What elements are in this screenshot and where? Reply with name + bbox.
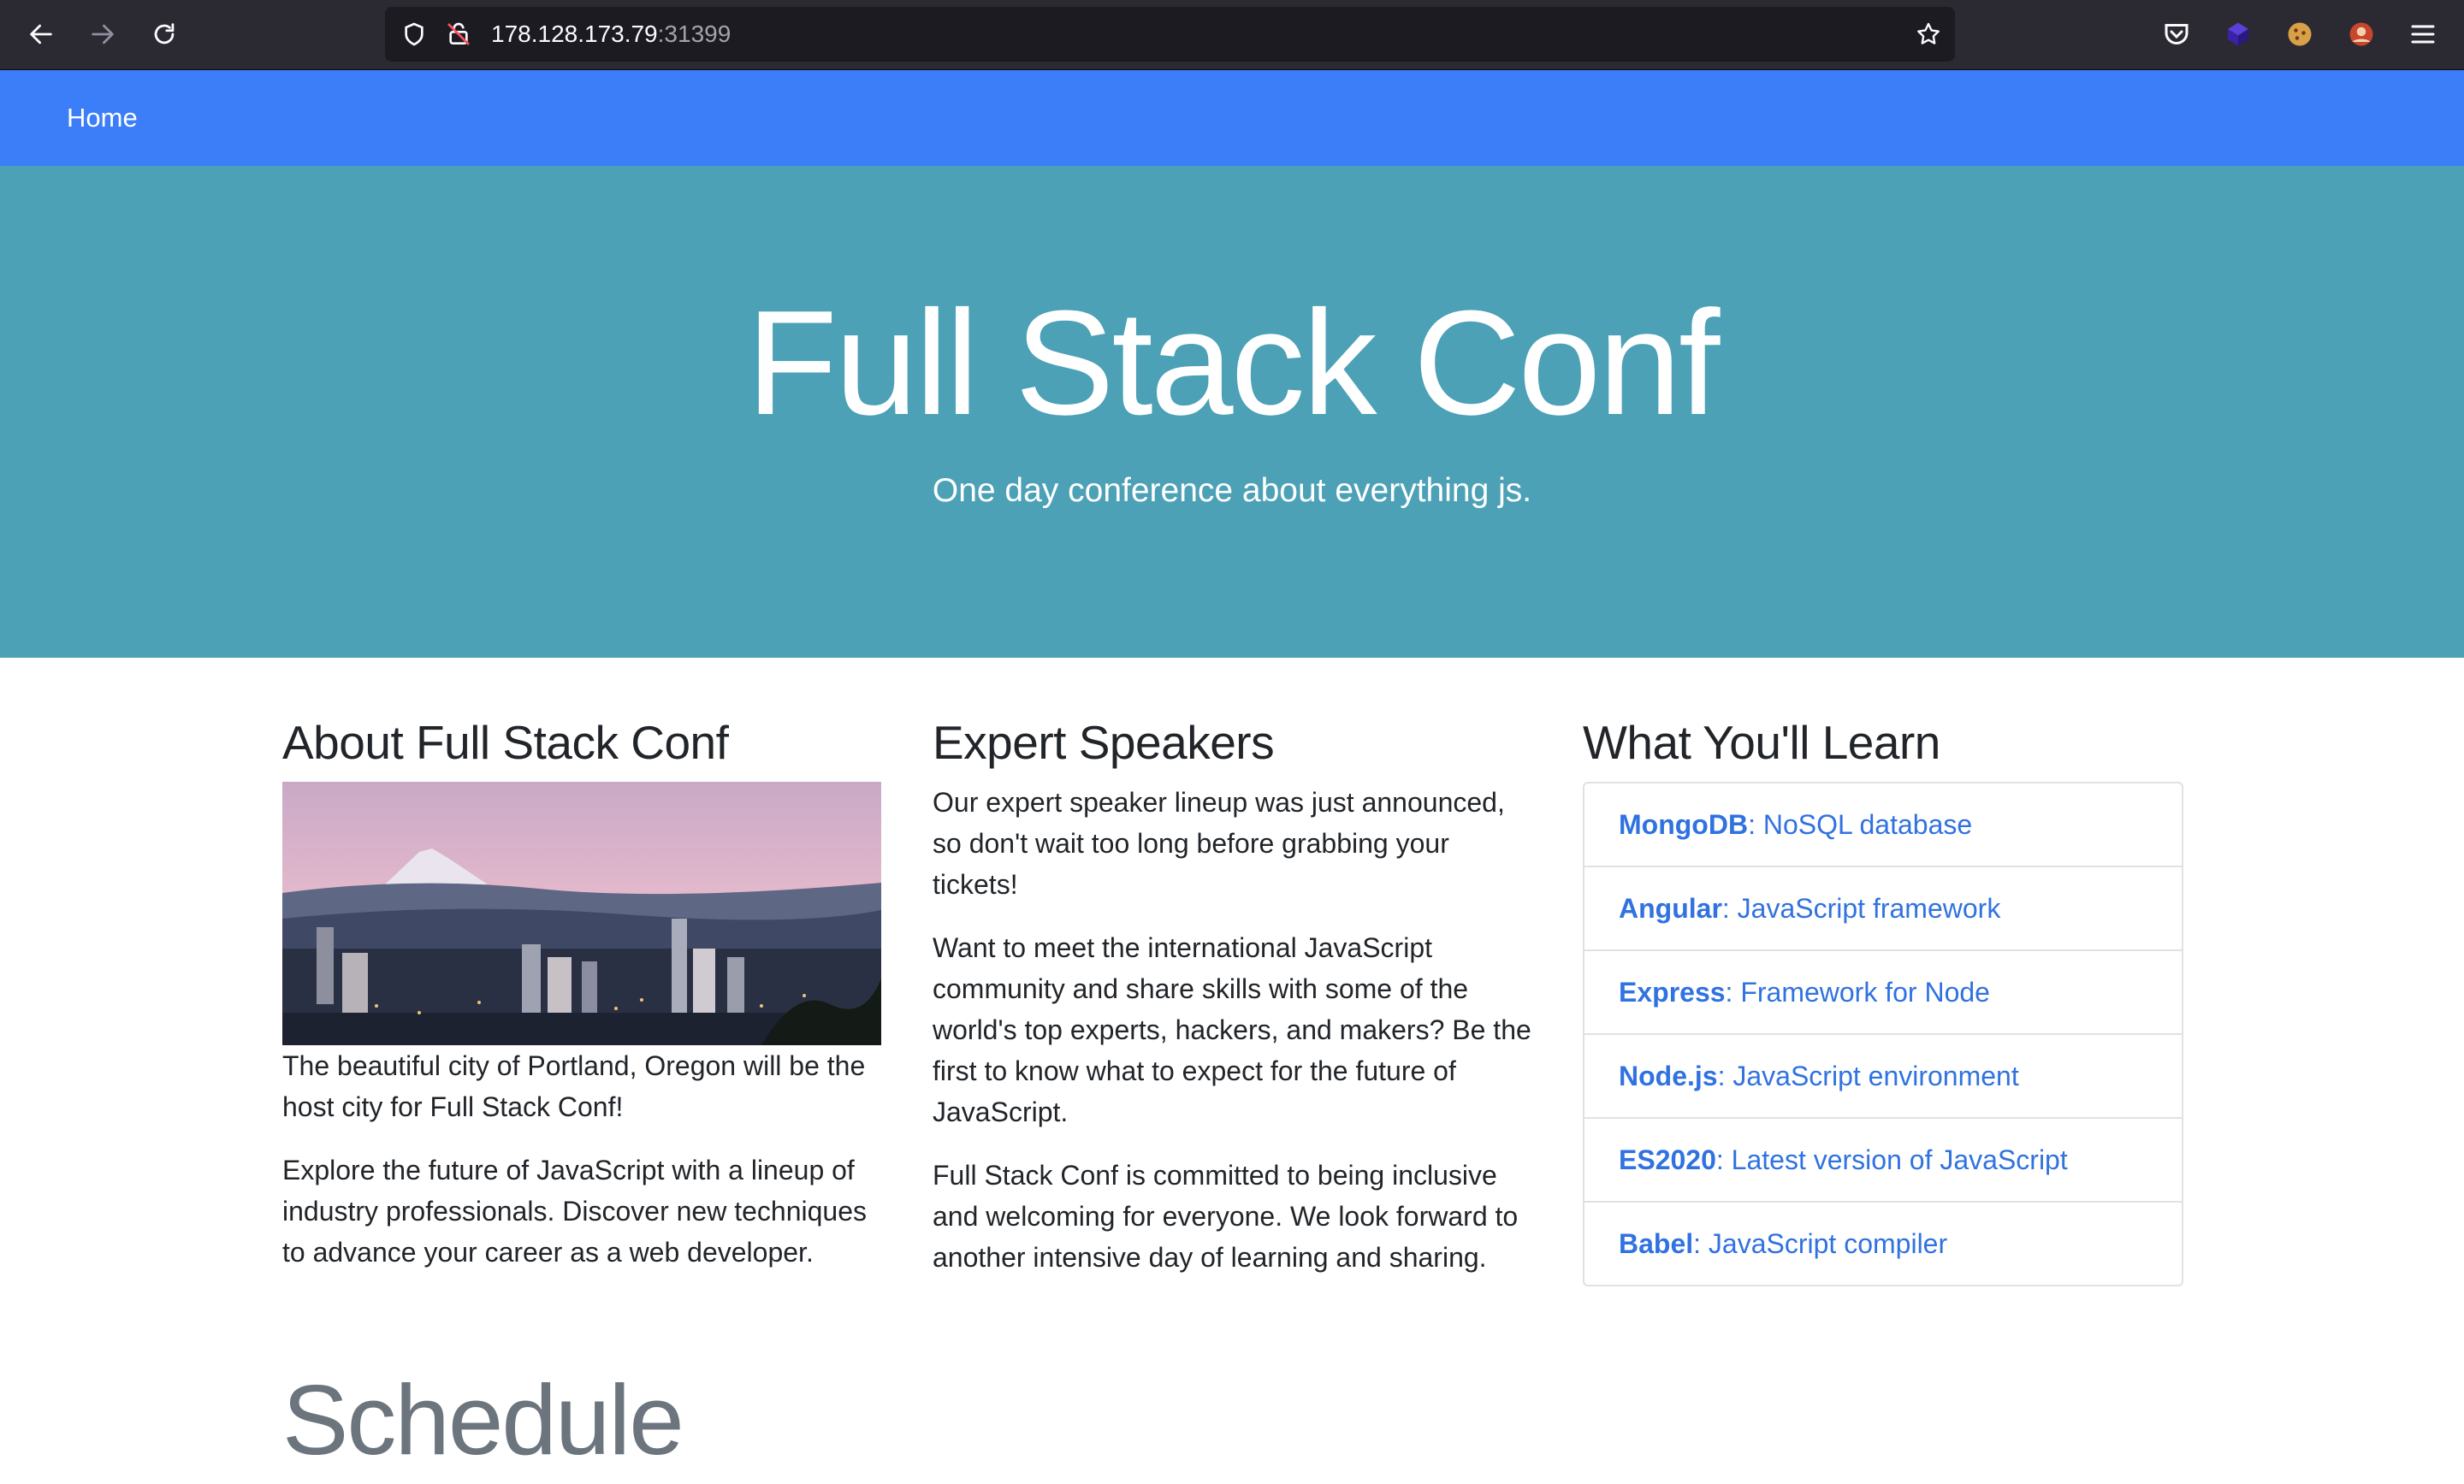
profile-extension-icon[interactable] xyxy=(2346,19,2377,50)
learn-item-desc: : Latest version of JavaScript xyxy=(1715,1144,2068,1175)
learn-item-name: Node.js xyxy=(1619,1061,1718,1091)
learn-item-desc: : JavaScript environment xyxy=(1717,1061,2019,1091)
learn-item-desc: : JavaScript framework xyxy=(1721,893,2001,924)
learn-column: What You'll Learn MongoDB: NoSQL databas… xyxy=(1583,710,2183,1286)
speakers-paragraph-3: Full Stack Conf is committed to being in… xyxy=(933,1160,1519,1273)
url-text[interactable]: 178.128.173.79:31399 xyxy=(491,7,731,62)
learn-item-desc: : NoSQL database xyxy=(1748,809,1973,840)
bookmark-star-icon[interactable] xyxy=(1915,21,1942,48)
learn-heading: What You'll Learn xyxy=(1583,716,1940,769)
learn-item-name: Babel xyxy=(1619,1228,1694,1259)
learn-item-name: Angular xyxy=(1619,893,1722,924)
speakers-paragraph-1: Our expert speaker lineup was just annou… xyxy=(933,787,1505,900)
about-column: About Full Stack Conf The beautiful city… xyxy=(282,710,881,1295)
cookie-extension-icon[interactable] xyxy=(2284,19,2315,50)
hero-banner: Full Stack Conf One day conference about… xyxy=(0,166,2464,658)
schedule-heading: Schedule xyxy=(282,1364,684,1475)
arrow-right-icon xyxy=(92,24,114,44)
learn-item-express[interactable]: Express: Framework for Node xyxy=(1584,949,2182,1033)
learn-item-mongodb[interactable]: MongoDB: NoSQL database xyxy=(1584,783,2182,866)
learn-item-name: ES2020 xyxy=(1619,1144,1716,1175)
learn-item-desc: : JavaScript compiler xyxy=(1693,1228,1948,1259)
speakers-heading: Expert Speakers xyxy=(933,716,1275,769)
speakers-paragraph-2: Want to meet the international JavaScrip… xyxy=(933,932,1531,1127)
forward-button[interactable] xyxy=(84,15,121,53)
site-navbar: Home xyxy=(0,70,2464,166)
about-paragraph-2: Explore the future of JavaScript with a … xyxy=(282,1155,867,1268)
learn-item-es2020[interactable]: ES2020: Latest version of JavaScript xyxy=(1584,1117,2182,1201)
about-heading: About Full Stack Conf xyxy=(282,716,729,769)
pocket-icon[interactable] xyxy=(2161,19,2192,50)
reload-button[interactable] xyxy=(145,15,183,53)
about-paragraph-1: The beautiful city of Portland, Oregon w… xyxy=(282,1050,866,1122)
learn-item-name: Express xyxy=(1619,977,1726,1008)
learn-item-babel[interactable]: Babel: JavaScript compiler xyxy=(1584,1201,2182,1285)
learn-list: MongoDB: NoSQL database Angular: JavaScr… xyxy=(1583,782,2183,1286)
menu-hamburger-icon[interactable] xyxy=(2408,19,2438,50)
extension-cube-icon[interactable] xyxy=(2223,19,2254,50)
learn-item-desc: : Framework for Node xyxy=(1725,977,1990,1008)
browser-toolbar: 178.128.173.79:31399 xyxy=(0,0,2464,70)
portland-city-image xyxy=(282,782,881,1045)
hero-subtitle: One day conference about everything js. xyxy=(932,472,1532,509)
address-bar[interactable]: 178.128.173.79:31399 xyxy=(385,7,1955,62)
back-button[interactable] xyxy=(22,15,60,53)
insecure-lock-icon[interactable] xyxy=(445,21,472,48)
url-host: 178.128.173.79 xyxy=(491,21,658,47)
speakers-column: Expert Speakers Our expert speaker lineu… xyxy=(933,710,1531,1300)
learn-item-nodejs[interactable]: Node.js: JavaScript environment xyxy=(1584,1033,2182,1117)
url-port: :31399 xyxy=(657,21,732,47)
hero-title: Full Stack Conf xyxy=(746,279,1721,446)
learn-item-angular[interactable]: Angular: JavaScript framework xyxy=(1584,866,2182,949)
nav-home-link[interactable]: Home xyxy=(67,70,138,166)
arrow-left-icon xyxy=(30,24,52,44)
shield-icon[interactable] xyxy=(400,21,428,48)
learn-item-name: MongoDB xyxy=(1619,809,1749,840)
reload-icon xyxy=(154,23,175,44)
